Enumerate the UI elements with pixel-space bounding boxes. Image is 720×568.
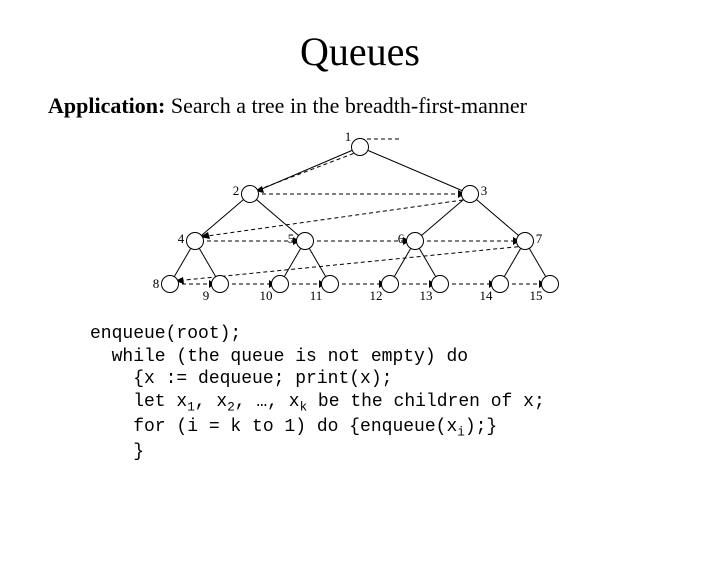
tree-node <box>406 232 424 250</box>
slide-title: Queues <box>0 28 720 75</box>
subtitle-text: Search a tree in the breadth-first-manne… <box>165 93 527 118</box>
slide-subtitle: Application: Search a tree in the breadt… <box>48 93 720 119</box>
pseudocode-block: enqueue(root); while (the queue is not e… <box>90 323 720 464</box>
node-label: 7 <box>536 231 543 247</box>
code-line: for (i = k to 1) do {enqueue(xi);} <box>90 417 497 437</box>
tree-node <box>271 275 289 293</box>
tree-node <box>161 275 179 293</box>
node-label: 12 <box>370 288 383 304</box>
node-label: 1 <box>345 129 352 145</box>
node-label: 4 <box>178 231 185 247</box>
subtitle-label: Application: <box>48 93 165 118</box>
tree-node <box>491 275 509 293</box>
node-label: 8 <box>153 276 160 292</box>
tree-diagram: 1 2 3 4 5 6 7 8 9 10 11 12 13 14 15 <box>100 129 620 299</box>
tree-node <box>431 275 449 293</box>
node-label: 11 <box>310 288 323 304</box>
tree-node <box>516 232 534 250</box>
code-line: } <box>90 442 144 462</box>
node-label: 10 <box>260 288 273 304</box>
node-label: 13 <box>420 288 433 304</box>
tree-node <box>296 232 314 250</box>
tree-node <box>351 138 369 156</box>
node-label: 2 <box>233 183 240 199</box>
tree-node <box>241 185 259 203</box>
code-line: let x1, x2, …, xk be the children of x; <box>90 392 545 412</box>
code-line: enqueue(root); <box>90 324 241 344</box>
tree-node <box>461 185 479 203</box>
tree-node <box>321 275 339 293</box>
tree-node <box>186 232 204 250</box>
tree-node <box>211 275 229 293</box>
node-label: 6 <box>398 231 405 247</box>
node-label: 3 <box>481 183 488 199</box>
node-label: 5 <box>288 231 295 247</box>
node-label: 14 <box>480 288 493 304</box>
tree-node <box>381 275 399 293</box>
tree-node <box>541 275 559 293</box>
code-line: while (the queue is not empty) do <box>90 347 468 367</box>
node-label: 9 <box>203 288 210 304</box>
code-line: {x := dequeue; print(x); <box>90 369 392 389</box>
node-label: 15 <box>530 288 543 304</box>
